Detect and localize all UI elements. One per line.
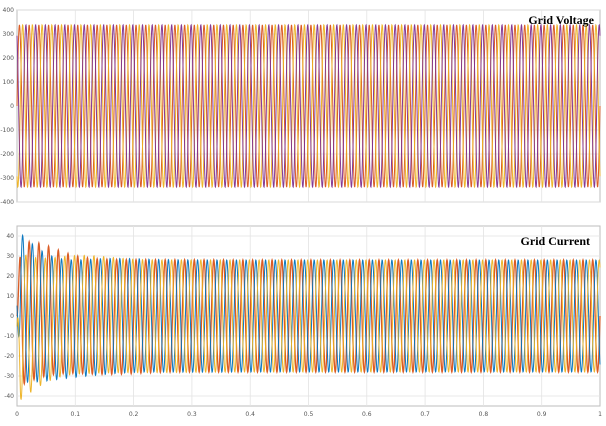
x-tick-label: 0.7 xyxy=(420,411,430,418)
current-x-tick-labels: 0 0.1 0.2 0.3 0.4 0.5 0.6 0.7 0.8 0.9 1 xyxy=(15,411,602,418)
x-tick-label: 0.3 xyxy=(187,411,197,418)
y-tick-label: -300 xyxy=(0,175,14,182)
y-tick-label: 0 xyxy=(10,313,14,320)
y-tick-label: 200 xyxy=(3,55,15,62)
y-tick-label: 400 xyxy=(3,7,15,14)
figure: 4003002001000-100-200-300-400 Grid Volta… xyxy=(0,7,602,418)
voltage-y-tick-labels: 400 300 200 100 0 -100 -200 -300 -400 xyxy=(0,7,14,206)
current-title: Grid Current xyxy=(521,234,590,248)
y-tick-label: -100 xyxy=(0,127,14,134)
voltage-title: Grid Voltage xyxy=(528,13,594,27)
x-tick-label: 0.9 xyxy=(537,411,547,418)
y-tick-label: 30 xyxy=(6,253,14,260)
y-tick-label: 10 xyxy=(6,293,14,300)
voltage-series xyxy=(16,23,601,189)
current-panel: 40 30 20 10 0 -10 -20 -30 -40 0 0.1 0.2 0.3 0.4 0.5 0.… xyxy=(4,225,602,418)
x-tick-label: 0.5 xyxy=(304,411,314,418)
y-tick-label: 100 xyxy=(3,79,15,86)
y-tick-label: -20 xyxy=(4,353,14,360)
x-tick-label: 0.8 xyxy=(479,411,489,418)
x-tick-label: 1 xyxy=(598,411,602,418)
y-tick-label: 0 xyxy=(10,103,14,110)
x-tick-label: 0.6 xyxy=(362,411,372,418)
current-y-tick-labels: 40 30 20 10 0 -10 -20 -30 -40 xyxy=(4,233,14,400)
y-tick-label: 40 xyxy=(6,233,14,240)
y-tick-label: -400 xyxy=(0,199,14,206)
y-tick-label: -40 xyxy=(4,393,14,400)
x-tick-label: 0 xyxy=(15,411,19,418)
y-tick-label: -30 xyxy=(4,373,14,380)
y-tick-label: 300 xyxy=(3,31,15,38)
y-tick-label: 20 xyxy=(6,273,14,280)
voltage-panel: 400 300 200 100 0 -100 -200 -300 -400 Grid Volta… xyxy=(0,7,601,206)
x-tick-label: 0.4 xyxy=(245,411,255,418)
y-tick-label: -200 xyxy=(0,151,14,158)
y-tick-label: -10 xyxy=(4,333,14,340)
x-tick-label: 0.2 xyxy=(129,411,139,418)
x-tick-label: 0.1 xyxy=(71,411,81,418)
